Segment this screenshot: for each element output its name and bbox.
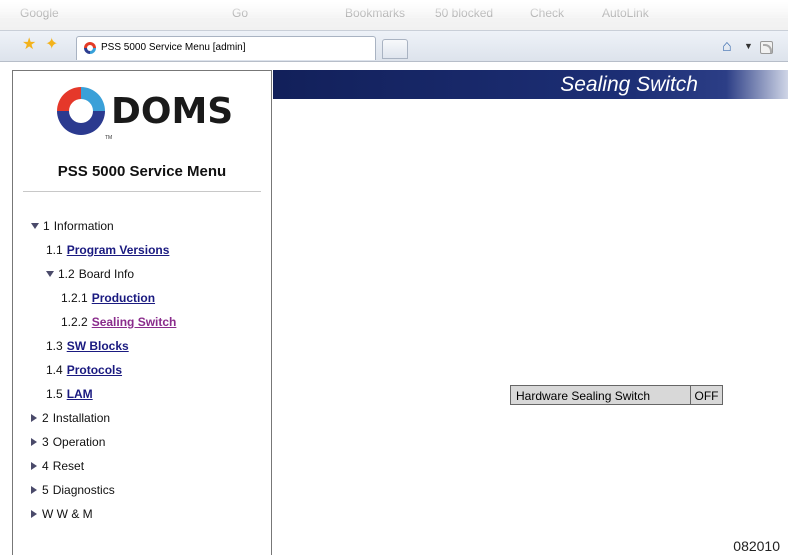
popup-blocked-button[interactable]: 50 blocked <box>435 6 493 20</box>
collapsed-triangle-icon[interactable] <box>31 438 37 446</box>
sidebar-item-board-info[interactable]: 1.2 Board Info <box>46 267 134 281</box>
site-favicon-icon <box>84 42 96 54</box>
home-icon[interactable]: ⌂ <box>722 38 732 56</box>
item-number: 2 <box>42 411 49 425</box>
protocols-link[interactable]: Protocols <box>67 363 122 377</box>
item-label: Diagnostics <box>52 483 115 497</box>
item-label: Information <box>53 219 114 233</box>
collapsed-triangle-icon[interactable] <box>31 462 37 470</box>
item-number: 3 <box>42 435 49 449</box>
logo-trademark: TM <box>105 135 113 141</box>
status-value: OFF <box>694 389 719 403</box>
collapsed-triangle-icon[interactable] <box>31 414 37 422</box>
sidebar-item-installation[interactable]: 2 Installation <box>31 411 110 425</box>
chevron-down-icon[interactable]: ▼ <box>744 41 753 51</box>
google-search-label[interactable]: Google <box>20 6 59 20</box>
sidebar-item-program-versions: 1.1 Program Versions <box>46 243 169 257</box>
item-number: 1.4 <box>46 363 63 377</box>
figure-id: 082010 <box>731 538 782 554</box>
item-number: 1.2.2 <box>61 315 88 329</box>
status-label: Hardware Sealing Switch <box>511 386 691 404</box>
item-number: 4 <box>42 459 49 473</box>
sidebar-item-production: 1.2.1 Production <box>61 291 155 305</box>
item-number: 1.3 <box>46 339 63 353</box>
sidebar-item-diagnostics[interactable]: 5 Diagnostics <box>31 483 115 497</box>
menu-title: PSS 5000 Service Menu <box>57 163 227 180</box>
doms-logo-mark-icon <box>57 87 105 135</box>
collapsed-triangle-icon[interactable] <box>31 486 37 494</box>
sidebar-item-wwm[interactable]: W W & M <box>31 507 93 521</box>
new-tab-button[interactable] <box>382 39 408 59</box>
lam-link[interactable]: LAM <box>67 387 93 401</box>
item-label: Reset <box>52 459 85 473</box>
browser-tab-bar: ★ ✦ PSS 5000 Service Menu [admin] ⌂ ▼ <box>0 30 788 62</box>
item-label: Operation <box>52 435 106 449</box>
program-versions-link[interactable]: Program Versions <box>67 243 170 257</box>
expanded-triangle-icon[interactable] <box>31 223 39 229</box>
item-number: 1.2.1 <box>61 291 88 305</box>
favorites-star-icon[interactable]: ★ <box>22 37 36 53</box>
page-header-bar: Sealing Switch <box>273 70 788 99</box>
sidebar-item-lam: 1.5 LAM <box>46 387 93 401</box>
check-button[interactable]: Check <box>530 6 564 20</box>
tab-title: PSS 5000 Service Menu [admin] <box>101 42 246 53</box>
content-spacer <box>0 62 788 70</box>
item-number: 1.5 <box>46 387 63 401</box>
item-number: 1.2 <box>58 267 75 281</box>
logo-text: DOMS <box>111 91 234 132</box>
sidebar-item-information[interactable]: 1 Information <box>31 219 114 233</box>
production-link[interactable]: Production <box>92 291 155 305</box>
sidebar-item-protocols: 1.4 Protocols <box>46 363 122 377</box>
item-number: 5 <box>42 483 49 497</box>
sidebar-item-sealing-switch: 1.2.2 Sealing Switch <box>61 315 176 329</box>
sealing-switch-link[interactable]: Sealing Switch <box>92 315 177 329</box>
autolink-button[interactable]: AutoLink <box>602 6 649 20</box>
sidebar-item-operation[interactable]: 3 Operation <box>31 435 105 449</box>
browser-toolbar: Google Go Bookmarks 50 blocked Check Aut… <box>0 0 788 30</box>
item-number: 1 <box>43 219 50 233</box>
sw-blocks-link[interactable]: SW Blocks <box>67 339 129 353</box>
collapsed-triangle-icon[interactable] <box>31 510 37 518</box>
sidebar: DOMS TM PSS 5000 Service Menu 1 Informati… <box>12 70 272 555</box>
item-label: Board Info <box>78 267 135 281</box>
sidebar-item-reset[interactable]: 4 Reset <box>31 459 84 473</box>
item-label: W W & M <box>42 507 93 521</box>
page-title: Sealing Switch <box>560 73 698 96</box>
feeds-icon[interactable] <box>760 41 773 54</box>
go-button[interactable]: Go <box>232 6 248 20</box>
sidebar-divider <box>23 191 261 192</box>
browser-tab-active[interactable]: PSS 5000 Service Menu [admin] <box>76 36 376 60</box>
doms-logo: DOMS TM <box>53 83 243 147</box>
sealing-switch-status-row: Hardware Sealing Switch OFF <box>510 385 723 405</box>
item-label: Installation <box>52 411 111 425</box>
sidebar-item-sw-blocks: 1.3 SW Blocks <box>46 339 129 353</box>
add-favorites-icon[interactable]: ✦ <box>45 37 58 53</box>
bookmarks-button[interactable]: Bookmarks <box>345 6 405 20</box>
item-number: 1.1 <box>46 243 63 257</box>
expanded-triangle-icon[interactable] <box>46 271 54 277</box>
